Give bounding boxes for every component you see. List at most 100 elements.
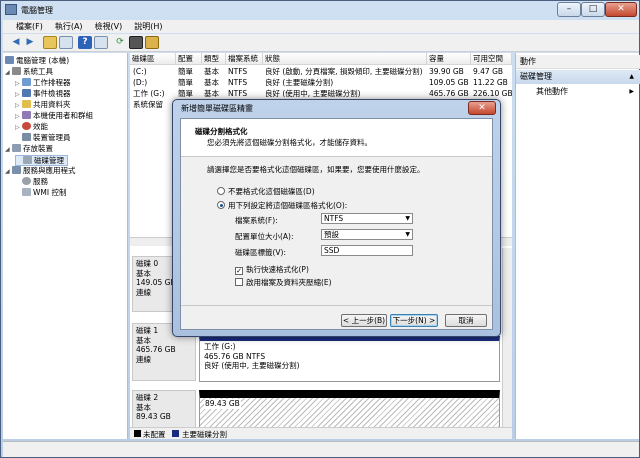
wizard-header: 磁碟分割格式化 您必須先將這個磁碟分割格式化，才能儲存資料。 [181,119,492,157]
volume-list-header: 磁碟區 配置 類型 檔案系統 狀態 容量 可用空間 [130,53,512,65]
computer-icon [5,56,14,64]
vertical-scrollbar[interactable] [502,248,512,428]
dialog-title: 新增簡單磁碟區精靈 [181,104,253,113]
tree-item-performance[interactable]: ▷ 效能 [15,122,48,132]
help-icon[interactable]: ? [78,36,92,49]
partition-status: 良好 (使用中, 主要磁碟分割) [204,361,300,370]
format-prompt: 請選擇您是否要格式化這個磁碟區，如果要，您要使用什麼設定。 [207,165,425,174]
wmi-icon [22,188,31,196]
performance-icon [22,122,31,130]
col-layout[interactable]: 配置 [176,53,202,65]
collapse-icon: ▲ [629,73,634,80]
device-manager-icon [22,133,31,141]
next-button[interactable]: 下一步(N) > [390,314,438,327]
actions-section[interactable]: 磁碟管理 ▲ [516,70,640,84]
allocation-unit-label: 配置單位大小(A): [235,232,294,241]
tree-item-services[interactable]: 服務 [15,177,48,186]
actions-pane: 動作 磁碟管理 ▲ 其他動作 ▶ [515,53,640,439]
menu-view[interactable]: 檢視(V) [90,20,128,33]
col-filesystem[interactable]: 檔案系統 [226,53,263,65]
disk-settings-icon[interactable] [145,36,159,49]
unchecked-box[interactable] [235,278,243,286]
menu-bar: 檔案(F) 執行(A) 檢視(V) 說明(H) [3,20,639,33]
col-type[interactable]: 類型 [202,53,226,65]
checkmark-icon[interactable]: ✓ [235,267,243,275]
col-free-space[interactable]: 可用空間 [471,53,512,65]
col-volume[interactable]: 磁碟區 [130,53,176,65]
dialog-body: 磁碟分割格式化 您必須先將這個磁碟分割格式化，才能儲存資料。 請選擇您是否要格式… [180,118,493,330]
show-tree-icon[interactable] [59,36,73,49]
tree-item-system-tools[interactable]: ◢ 系統工具 [5,67,53,77]
event-viewer-icon [22,89,31,97]
legend-unallocated: 未配置 [143,430,166,439]
title-bar[interactable]: 電腦管理 – □ ✕ [1,1,640,19]
export-icon[interactable] [129,36,143,49]
tree-item-services-apps[interactable]: ◢ 服務與應用程式 [5,166,76,176]
cancel-button[interactable]: 取消 [445,314,487,327]
file-system-select[interactable]: NTFS ▼ [321,213,413,224]
partition-title: 工作 (G:) [204,342,236,351]
wizard-heading: 磁碟分割格式化 [195,127,248,136]
tree-item-wmi[interactable]: WMI 控制 [15,188,66,197]
disk-name: 磁碟 2 [136,393,159,402]
dropdown-arrow-icon: ▼ [405,231,410,238]
users-icon [22,111,31,119]
disk-status: 連線 [136,354,151,364]
menu-help[interactable]: 說明(H) [129,20,167,33]
tree-item-local-users[interactable]: ▷ 本機使用者和群組 [15,111,93,121]
radio-format-button[interactable] [217,201,225,209]
tree-item-event-viewer[interactable]: ▷ 事件檢視器 [15,89,71,99]
radio-format[interactable]: 用下列設定將這個磁碟區格式化(O): [217,200,347,211]
window-title: 電腦管理 [21,6,53,15]
tree-item-device-manager[interactable]: 裝置管理員 [15,133,71,142]
tree-item-storage[interactable]: ◢ 存放裝置 [5,144,53,154]
disk-size: 89.43 GB [136,412,171,421]
properties-icon[interactable] [94,36,108,49]
radio-dont-format-button[interactable] [217,187,225,195]
partition-size: 89.43 GB [204,399,241,409]
computer-management-icon [5,4,17,15]
quick-format-checkbox[interactable]: ✓ 執行快速格式化(P) [235,264,309,275]
disk-management-icon [23,156,32,164]
minimize-button[interactable]: – [557,2,581,17]
partition-size: 465.76 GB NTFS [204,351,266,361]
tree-item-computer-management[interactable]: 電腦管理 (本機) [5,56,69,65]
close-button[interactable]: ✕ [605,2,637,17]
unallocated-swatch [134,430,141,437]
disk-2-label[interactable]: 磁碟 2 基本 89.43 GB [132,390,196,428]
radio-dont-format[interactable]: 不要格式化這個磁碟區(D) [217,186,315,197]
back-arrow-icon[interactable]: ◀ [9,36,23,49]
col-capacity[interactable]: 容量 [427,53,471,65]
forward-arrow-icon[interactable]: ▶ [23,36,37,49]
navigation-tree: 電腦管理 (本機) ◢ 系統工具 ▷ 工作排程器 ▷ 事件檢視器 ▷ 共用資料夾 ▷ 本機… [3,53,128,439]
partition-g[interactable]: 工作 (G:) 465.76 GB NTFS 良好 (使用中, 主要磁碟分割) [199,336,500,382]
primary-partition-swatch [172,430,179,437]
toolbar: ◀ ▶ ? ⟳ [3,34,639,52]
tree-item-task-scheduler[interactable]: ▷ 工作排程器 [15,78,71,88]
menu-file[interactable]: 檔案(F) [11,20,48,33]
status-bar [3,441,639,457]
tree-item-shared-folders[interactable]: ▷ 共用資料夾 [15,100,71,110]
compression-checkbox[interactable]: 啟用檔案及資料夾壓縮(E) [235,277,332,288]
maximize-button[interactable]: □ [581,2,605,17]
storage-icon [12,144,21,152]
wizard-subheading: 您必須先將這個磁碟分割格式化，才能儲存資料。 [207,138,372,147]
submenu-arrow-icon: ▶ [629,88,634,95]
back-button[interactable]: < 上一步(B) [341,314,387,327]
shared-folder-icon [22,100,31,108]
partition-unallocated[interactable]: 89.43 GB [199,390,500,428]
up-folder-icon[interactable] [43,36,57,49]
col-status[interactable]: 狀態 [263,53,427,65]
tree-item-disk-management[interactable]: 磁碟管理 [15,155,68,166]
dialog-close-button[interactable]: ✕ [468,101,496,115]
volume-label-input[interactable]: SSD [321,245,413,256]
services-apps-icon [12,166,21,174]
button-separator [181,305,492,306]
menu-action[interactable]: 執行(A) [50,20,88,33]
dropdown-arrow-icon: ▼ [405,215,410,222]
more-actions[interactable]: 其他動作 ▶ [516,85,640,99]
disk-size: 465.76 GB [136,345,176,354]
refresh-icon[interactable]: ⟳ [113,36,127,49]
allocation-unit-select[interactable]: 預設 ▼ [321,229,413,240]
actions-header: 動作 [516,55,640,69]
